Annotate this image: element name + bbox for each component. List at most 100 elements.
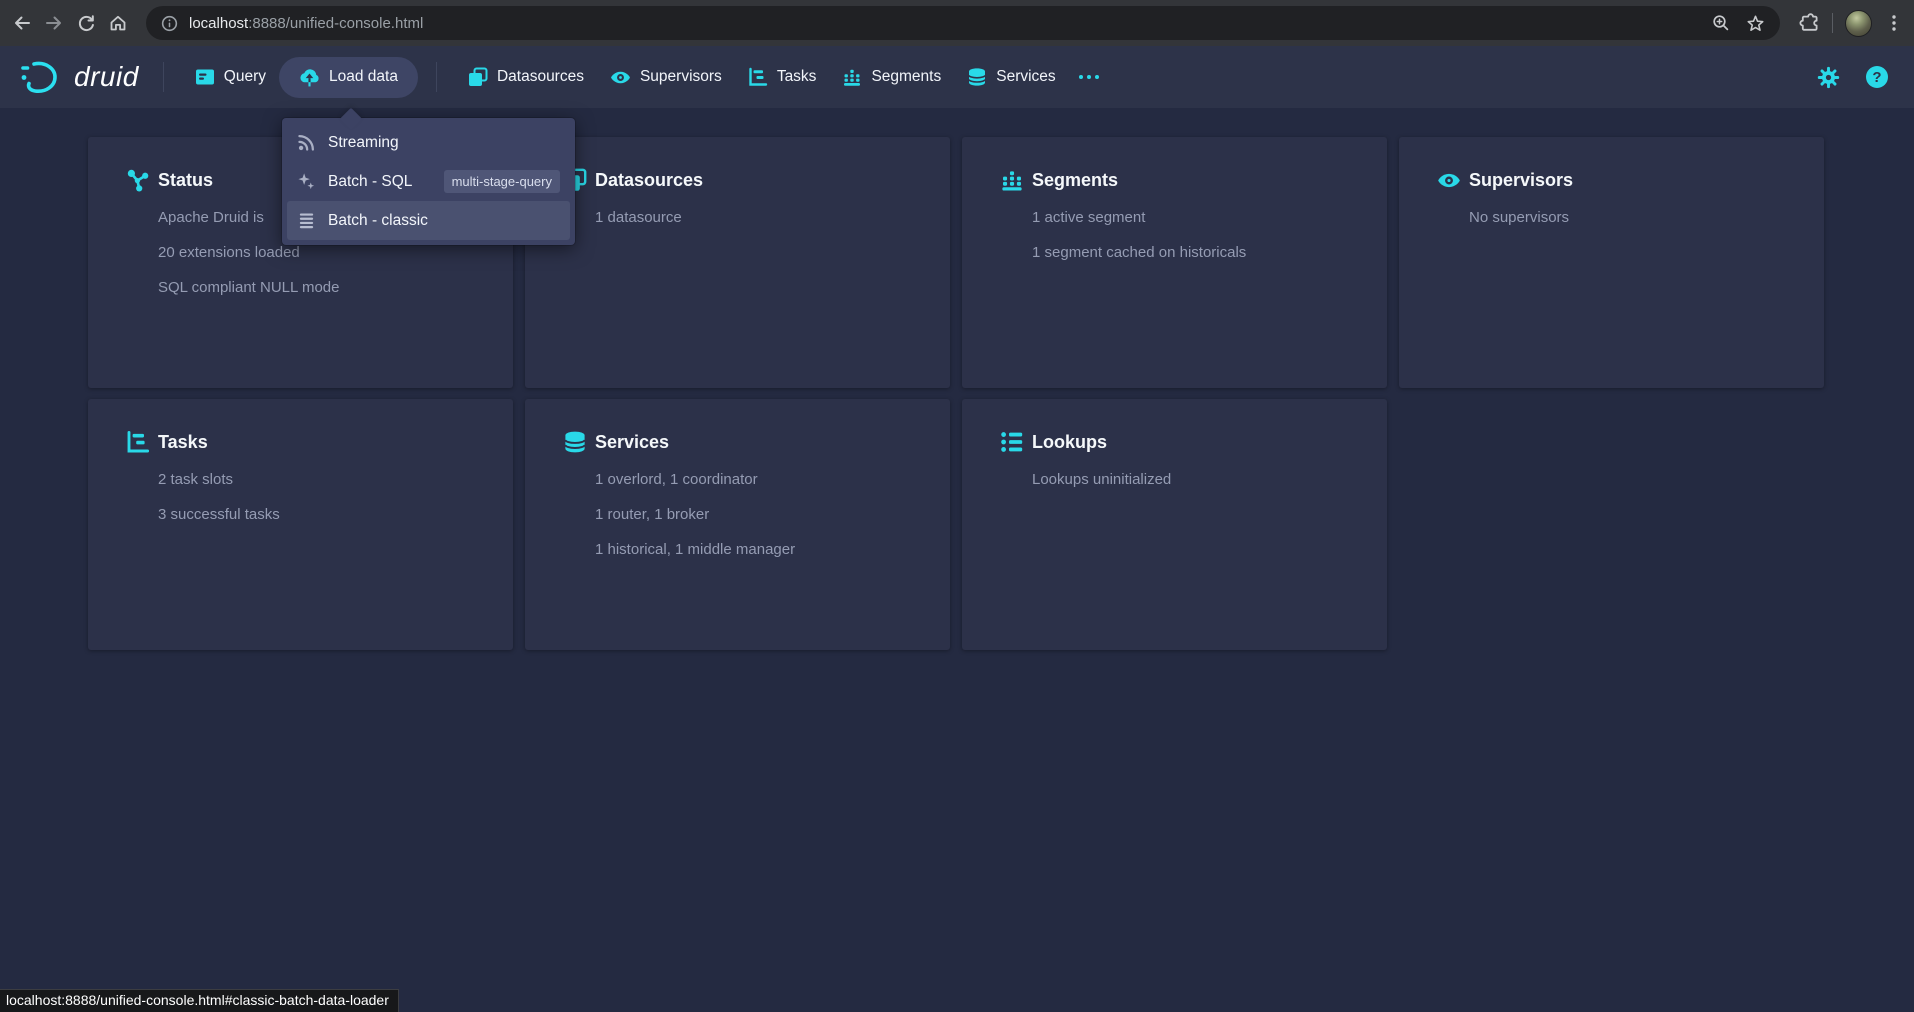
nav-divider	[436, 62, 437, 92]
nav-item-tasks[interactable]: Tasks	[735, 57, 830, 97]
nav-item-label: Supervisors	[640, 68, 722, 86]
profile-avatar[interactable]	[1845, 10, 1872, 37]
tasks-card[interactable]: Tasks 2 task slots 3 successful tasks	[88, 399, 513, 650]
eye-icon	[1437, 168, 1461, 192]
settings-button[interactable]	[1817, 66, 1840, 89]
nav-item-load-data[interactable]: Load data	[279, 57, 418, 98]
cloud-upload-icon	[299, 67, 320, 88]
properties-icon	[1000, 430, 1024, 454]
nav-item-label: Datasources	[497, 68, 584, 86]
menu-item-label: Streaming	[328, 134, 399, 152]
brand-wordmark: druid	[74, 61, 145, 93]
multi-stage-query-tag: multi-stage-query	[444, 170, 560, 193]
card-title: Datasources	[595, 170, 703, 191]
card-header: Services	[563, 429, 926, 455]
menu-item-label: Batch - SQL	[328, 173, 412, 191]
card-line: Lookups uninitialized	[1032, 470, 1363, 490]
bar-chart-icon	[1000, 168, 1024, 192]
card-line: 1 active segment	[1032, 208, 1363, 228]
nav-item-label: Load data	[329, 68, 398, 86]
nav-item-services[interactable]: Services	[954, 57, 1068, 97]
card-title: Tasks	[158, 432, 208, 453]
stacked-squares-icon	[468, 67, 488, 87]
toolbar-separator	[1832, 13, 1833, 33]
address-bar-actions	[1711, 13, 1766, 34]
nav-item-datasources[interactable]: Datasources	[455, 57, 597, 97]
forward-button[interactable]	[39, 8, 69, 38]
graph-icon	[126, 168, 150, 192]
nav-divider	[163, 62, 164, 92]
menu-item-label: Batch - classic	[328, 212, 428, 230]
menu-item-batch-classic[interactable]: Batch - classic	[287, 201, 570, 240]
card-line: No supervisors	[1469, 208, 1800, 228]
bookmark-star-icon[interactable]	[1745, 13, 1766, 34]
bar-chart-icon	[842, 67, 862, 87]
url-text: localhost:8888/unified-console.html	[189, 15, 1699, 32]
zoom-icon[interactable]	[1711, 13, 1731, 33]
card-title: Segments	[1032, 170, 1118, 191]
nav-right-actions: ?	[1817, 66, 1888, 89]
forward-arrow-icon	[44, 13, 64, 33]
nav-item-label: Query	[224, 68, 266, 86]
list-icon	[297, 211, 316, 230]
home-button[interactable]	[103, 8, 133, 38]
database-icon	[967, 67, 987, 87]
extensions-icon[interactable]	[1798, 12, 1820, 34]
card-header: Supervisors	[1437, 167, 1800, 193]
nav-item-segments[interactable]: Segments	[829, 57, 954, 97]
card-header: Datasources	[563, 167, 926, 193]
card-header: Lookups	[1000, 429, 1363, 455]
datasources-card[interactable]: Datasources 1 datasource	[525, 137, 950, 388]
browser-menu-icon[interactable]	[1884, 13, 1904, 33]
card-line: 1 segment cached on historicals	[1032, 243, 1363, 263]
back-button[interactable]	[7, 8, 37, 38]
address-bar[interactable]: localhost:8888/unified-console.html	[146, 6, 1780, 40]
menu-item-batch-sql[interactable]: Batch - SQL multi-stage-query	[287, 162, 570, 201]
gantt-icon	[748, 67, 768, 87]
card-line: 2 task slots	[158, 470, 489, 490]
druid-navbar: druid Query Load data Datasources Superv…	[0, 46, 1914, 108]
console-icon	[195, 67, 215, 87]
druid-logo[interactable]: druid	[18, 59, 145, 95]
services-card[interactable]: Services 1 overlord, 1 coordinator 1 rou…	[525, 399, 950, 650]
menu-item-streaming[interactable]: Streaming	[287, 123, 570, 162]
nav-item-query[interactable]: Query	[182, 57, 279, 97]
card-line: 1 datasource	[595, 208, 926, 228]
database-icon	[563, 430, 587, 454]
segments-card[interactable]: Segments 1 active segment 1 segment cach…	[962, 137, 1387, 388]
lookups-card[interactable]: Lookups Lookups uninitialized	[962, 399, 1387, 650]
home-icon	[108, 13, 128, 33]
reload-icon	[76, 13, 96, 33]
card-line: 20 extensions loaded	[158, 243, 489, 263]
supervisors-card[interactable]: Supervisors No supervisors	[1399, 137, 1824, 388]
card-title: Lookups	[1032, 432, 1107, 453]
card-line: 1 router, 1 broker	[595, 505, 926, 525]
more-menu-button[interactable]	[1069, 63, 1110, 92]
card-line: 1 historical, 1 middle manager	[595, 540, 926, 560]
card-line: 1 overlord, 1 coordinator	[595, 470, 926, 490]
gantt-icon	[126, 430, 150, 454]
card-title: Supervisors	[1469, 170, 1573, 191]
help-icon: ?	[1872, 69, 1881, 86]
feed-icon	[297, 133, 316, 152]
nav-item-label: Tasks	[777, 68, 817, 86]
back-arrow-icon	[12, 13, 32, 33]
card-header: Tasks	[126, 429, 489, 455]
reload-button[interactable]	[71, 8, 101, 38]
card-title: Status	[158, 170, 213, 191]
more-icon	[1079, 75, 1084, 80]
nav-item-supervisors[interactable]: Supervisors	[597, 57, 735, 98]
card-header: Segments	[1000, 167, 1363, 193]
card-line: 3 successful tasks	[158, 505, 489, 525]
url-host: localhost	[189, 15, 248, 32]
url-path: :8888/unified-console.html	[248, 15, 423, 32]
link-status-bar: localhost:8888/unified-console.html#clas…	[0, 989, 399, 1012]
site-info-icon[interactable]	[160, 14, 179, 33]
eye-icon	[610, 67, 631, 88]
load-data-menu: Streaming Batch - SQL multi-stage-query …	[282, 118, 575, 245]
gear-icon	[1817, 66, 1840, 89]
nav-item-label: Services	[996, 68, 1055, 86]
card-title: Services	[595, 432, 669, 453]
druid-logo-icon	[18, 59, 64, 95]
help-button[interactable]: ?	[1866, 66, 1888, 88]
